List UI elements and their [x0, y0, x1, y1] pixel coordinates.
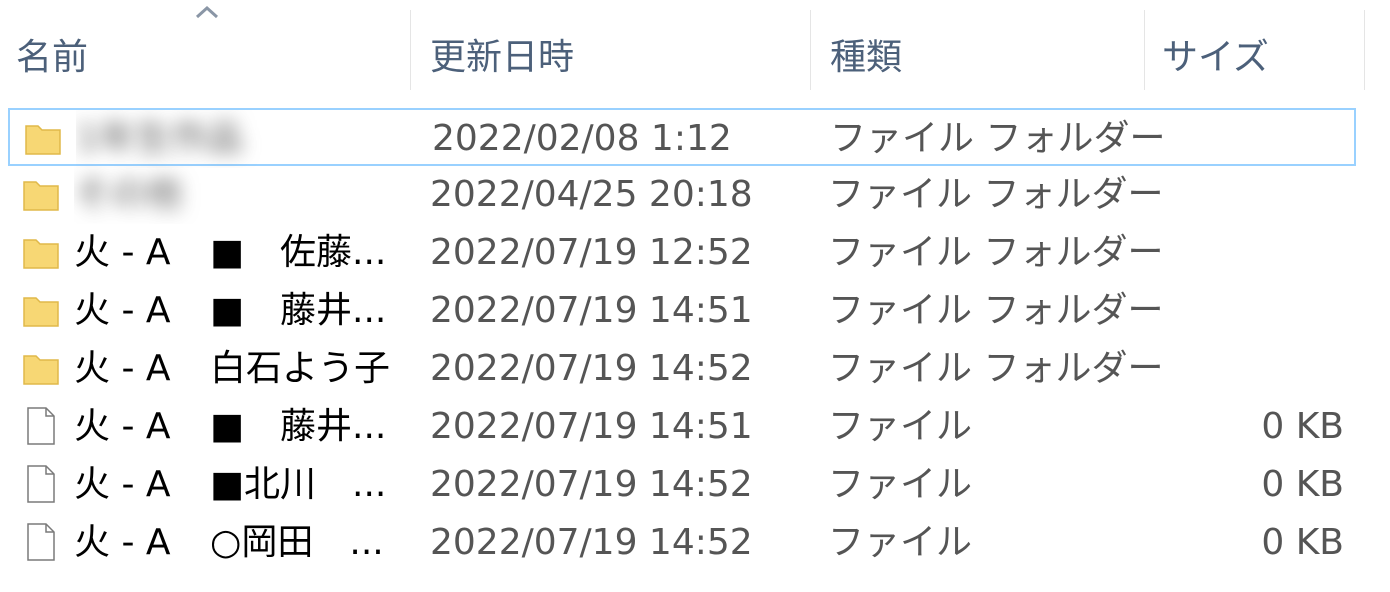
- folder-row[interactable]: 火 - A ■ 藤井... 2022/07/19 14:51 ファイル フォルダー: [8, 282, 1356, 340]
- column-header-name[interactable]: 名前: [16, 28, 88, 80]
- item-name: その他: [74, 166, 404, 224]
- item-name-text: ■ 藤井...: [210, 406, 387, 447]
- item-type: ファイル フォルダー: [830, 118, 1166, 159]
- item-name: 火 - A ■北川 ...: [74, 456, 404, 514]
- item-name-prefix: 火 - A: [74, 232, 171, 273]
- item-type: ファイル: [828, 464, 973, 505]
- file-row[interactable]: 火 - A ■ 藤井... 2022/07/19 14:51 ファイル 0 KB: [8, 398, 1356, 456]
- item-type: ファイル フォルダー: [828, 174, 1164, 215]
- item-modified: 2022/07/19 14:51: [430, 290, 753, 331]
- item-type: ファイル: [828, 522, 973, 563]
- item-name-text: ■北川 ...: [210, 464, 387, 505]
- item-name-prefix: 火 - A: [74, 406, 171, 447]
- folder-icon: [23, 355, 59, 385]
- item-name-text: ○岡田 ...: [210, 522, 384, 563]
- item-name-prefix: 火 - A: [74, 522, 171, 563]
- item-name-text: 白石よう子: [210, 348, 391, 389]
- column-header-type[interactable]: 種類: [830, 28, 902, 80]
- folder-icon: [23, 297, 59, 327]
- file-icon: [27, 465, 55, 503]
- item-name-text: ■ 佐藤...: [210, 232, 387, 273]
- item-modified: 2022/07/19 14:51: [430, 406, 753, 447]
- item-name-text: その他: [74, 174, 183, 215]
- column-divider[interactable]: [810, 10, 811, 90]
- item-type: ファイル フォルダー: [828, 232, 1164, 273]
- item-size: 0 KB: [1261, 406, 1344, 447]
- item-size: 0 KB: [1261, 464, 1344, 505]
- item-modified: 2022/07/19 14:52: [430, 522, 753, 563]
- folder-icon: [23, 239, 59, 269]
- item-name: 火 - A 白石よう子: [74, 340, 404, 398]
- item-name: 火 - A ○岡田 ...: [74, 514, 404, 572]
- folder-row[interactable]: 火 - A 白石よう子 2022/07/19 14:52 ファイル フォルダー: [8, 340, 1356, 398]
- folder-row[interactable]: 1年生作品 2022/02/08 1:12 ファイル フォルダー: [8, 108, 1356, 166]
- chevron-up-icon: [195, 5, 219, 19]
- file-row[interactable]: 火 - A ○岡田 ... 2022/07/19 14:52 ファイル 0 KB: [8, 514, 1356, 572]
- item-name-text: ■ 藤井...: [210, 290, 387, 331]
- item-name: 火 - A ■ 藤井...: [74, 398, 404, 456]
- item-name-prefix: 火 - A: [74, 290, 171, 331]
- folder-row[interactable]: 火 - A ■ 佐藤... 2022/07/19 12:52 ファイル フォルダー: [8, 224, 1356, 282]
- item-modified: 2022/02/08 1:12: [432, 118, 732, 159]
- column-header-modified[interactable]: 更新日時: [430, 28, 574, 80]
- item-type: ファイル: [828, 406, 973, 447]
- item-name-prefix: 火 - A: [74, 348, 171, 389]
- folder-icon: [25, 125, 61, 155]
- item-modified: 2022/07/19 14:52: [430, 464, 753, 505]
- file-row[interactable]: 火 - A ■北川 ... 2022/07/19 14:52 ファイル 0 KB: [8, 456, 1356, 514]
- file-icon: [27, 523, 55, 561]
- item-name-text: 1年生作品: [76, 118, 243, 159]
- item-modified: 2022/04/25 20:18: [430, 174, 753, 215]
- item-type: ファイル フォルダー: [828, 290, 1164, 331]
- item-name: 火 - A ■ 佐藤...: [74, 224, 404, 282]
- file-icon: [27, 407, 55, 445]
- item-modified: 2022/07/19 14:52: [430, 348, 753, 389]
- column-header-bar: 名前 更新日時 種類 サイズ: [0, 0, 1390, 92]
- item-name: 火 - A ■ 藤井...: [74, 282, 404, 340]
- folder-icon: [23, 181, 59, 211]
- item-type: ファイル フォルダー: [828, 348, 1164, 389]
- item-name-prefix: 火 - A: [74, 464, 171, 505]
- column-header-size[interactable]: サイズ: [1162, 28, 1269, 80]
- item-size: 0 KB: [1261, 522, 1344, 563]
- folder-row[interactable]: その他 2022/04/25 20:18 ファイル フォルダー: [8, 166, 1356, 224]
- column-divider[interactable]: [410, 10, 411, 90]
- column-divider[interactable]: [1364, 10, 1365, 90]
- item-modified: 2022/07/19 12:52: [430, 232, 753, 273]
- item-name: 1年生作品: [76, 110, 406, 168]
- column-divider[interactable]: [1144, 10, 1145, 90]
